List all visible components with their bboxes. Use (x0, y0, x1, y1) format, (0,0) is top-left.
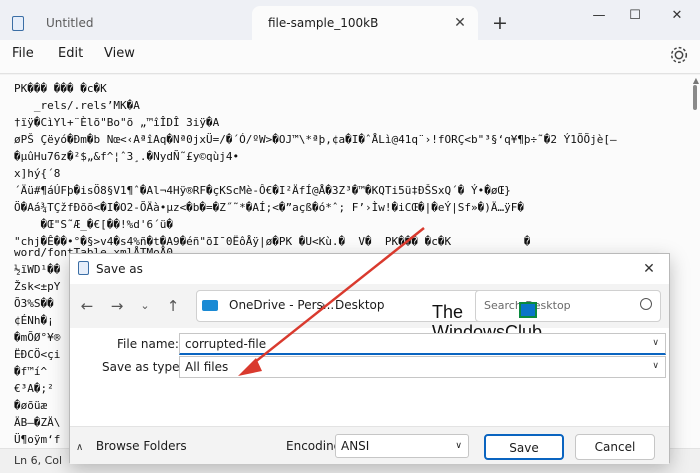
new-tab-button[interactable]: + (486, 10, 514, 38)
text-line: ¢ÉNh�¡ (14, 314, 54, 327)
notepad-icon (78, 261, 89, 275)
watermark-logo-icon (519, 302, 537, 318)
file-name-value: corrupted-file (185, 337, 267, 351)
text-line: ´Äü#¶áÚFþ�isÖ8§V1¶ˆ�Al¬4Hÿ®RF�çKScMè-Ô€�… (14, 184, 511, 197)
tab-file-sample[interactable]: file-sample_100kB ✕ (252, 6, 478, 40)
browse-folders-toggle[interactable]: ∧ Browse Folders (76, 439, 187, 453)
recent-locations-chevron-icon[interactable]: ⌄ (134, 296, 156, 316)
text-line: ËÐCÖ<çi (14, 348, 61, 361)
save-button[interactable]: Save (484, 434, 564, 460)
forward-arrow-icon[interactable]: → (106, 296, 128, 316)
dialog-close-button[interactable]: ✕ (637, 258, 661, 280)
menu-edit[interactable]: Edit (58, 46, 83, 61)
text-line: _rels/.rels’MK�A (14, 99, 140, 112)
text-line: Ö�Aá¾TÇžfÐõõ<�I�O2-ÕÄà•µz<�b�=�Z˝˜*�AÍ;<… (14, 201, 524, 214)
save-as-dialog: Save as ✕ ← → ⌄ ↑ OneDrive - Pers... › D… (69, 253, 670, 464)
dialog-footer: ∧ Browse Folders Encoding: ANSI ∨ Save C… (70, 426, 669, 464)
tab-untitled-label: Untitled (46, 16, 94, 30)
up-arrow-icon[interactable]: ↑ (162, 296, 184, 316)
encoding-value: ANSI (341, 439, 370, 453)
text-line: �Œ"S˜Æ_�€[��!%d'6´ü� (14, 218, 173, 231)
encoding-select[interactable]: ANSI ∨ (335, 434, 469, 458)
menu-bar: File Edit View (0, 40, 700, 74)
folder-icon (202, 300, 218, 311)
text-line: �f™í^ (14, 365, 48, 378)
search-icon (640, 298, 652, 310)
cancel-button[interactable]: Cancel (575, 434, 655, 460)
save-as-type-select[interactable]: All files ∨ (179, 356, 666, 378)
cursor-position: Ln 6, Col (14, 454, 63, 467)
text-line: Õ3%S�� (14, 297, 54, 310)
title-bar: Untitled file-sample_100kB ✕ + — ☐ ✕ (0, 0, 700, 40)
text-line: �mÕØ°¥® (14, 331, 61, 344)
text-line: x]hý{´8 (14, 167, 61, 180)
save-as-type-dropdown-icon[interactable]: ∨ (652, 361, 659, 371)
close-window-button[interactable]: ✕ (660, 2, 694, 30)
text-line: ÄB—�ZÄ\ (14, 416, 61, 429)
gear-icon[interactable] (668, 44, 690, 66)
text-line: øPŠ Çëyó�Ðm�b Nœ<‹AªîAq�Nª0jxÜ=/�´Ó/ºW>�… (14, 133, 617, 146)
text-line: �øõüæ (14, 399, 48, 412)
text-line: Žsk<±pY (14, 280, 61, 293)
breadcrumb-onedrive[interactable]: OneDrive - Pers... (229, 298, 334, 312)
text-line: �µûHu76z�²$„&f^¦ˆ3¸.�NydÑ˜£y©qùj4• (14, 150, 240, 163)
maximize-button[interactable]: ☐ (618, 2, 652, 30)
navigation-bar: ← → ⌄ ↑ OneDrive - Pers... › Desktop ∨ ↻… (70, 284, 669, 328)
vertical-scrollbar[interactable] (693, 85, 697, 110)
file-name-label: File name: (117, 337, 179, 351)
tab-untitled[interactable]: Untitled (0, 6, 252, 40)
menu-file[interactable]: File (12, 46, 34, 61)
breadcrumb-desktop[interactable]: Desktop (335, 298, 385, 312)
text-line: Ü¶oÿm‘f (14, 433, 61, 446)
text-line: ½ïWD¹�� (14, 263, 61, 276)
encoding-dropdown-icon: ∨ (455, 441, 462, 451)
text-line: €³A�;² (14, 382, 54, 395)
dialog-title: Save as (96, 262, 143, 276)
dialog-title-bar: Save as ✕ (70, 254, 669, 284)
text-line: PK��� ��� �c�K (14, 82, 107, 95)
back-arrow-icon[interactable]: ← (76, 296, 98, 316)
close-tab-icon[interactable]: ✕ (448, 15, 472, 31)
breadcrumb-separator[interactable]: › (321, 298, 325, 311)
chevron-up-icon: ∧ (76, 442, 84, 453)
tab-active-label: file-sample_100kB (268, 16, 379, 30)
browse-folders-label: Browse Folders (95, 439, 187, 453)
file-name-input[interactable]: corrupted-file ∨ (179, 333, 666, 355)
menu-view[interactable]: View (104, 46, 135, 61)
file-name-dropdown-icon[interactable]: ∨ (652, 338, 659, 348)
minimize-button[interactable]: — (582, 2, 616, 30)
save-as-type-label: Save as type: (102, 360, 184, 374)
notepad-icon (12, 15, 24, 31)
text-line: †ïÿ�CìYl+¨Èlõ"Bo"õ „™îÎDÎ 3iÿ�A (14, 116, 220, 129)
scroll-up-icon[interactable]: ▲ (693, 76, 699, 85)
save-as-type-value: All files (185, 360, 229, 374)
